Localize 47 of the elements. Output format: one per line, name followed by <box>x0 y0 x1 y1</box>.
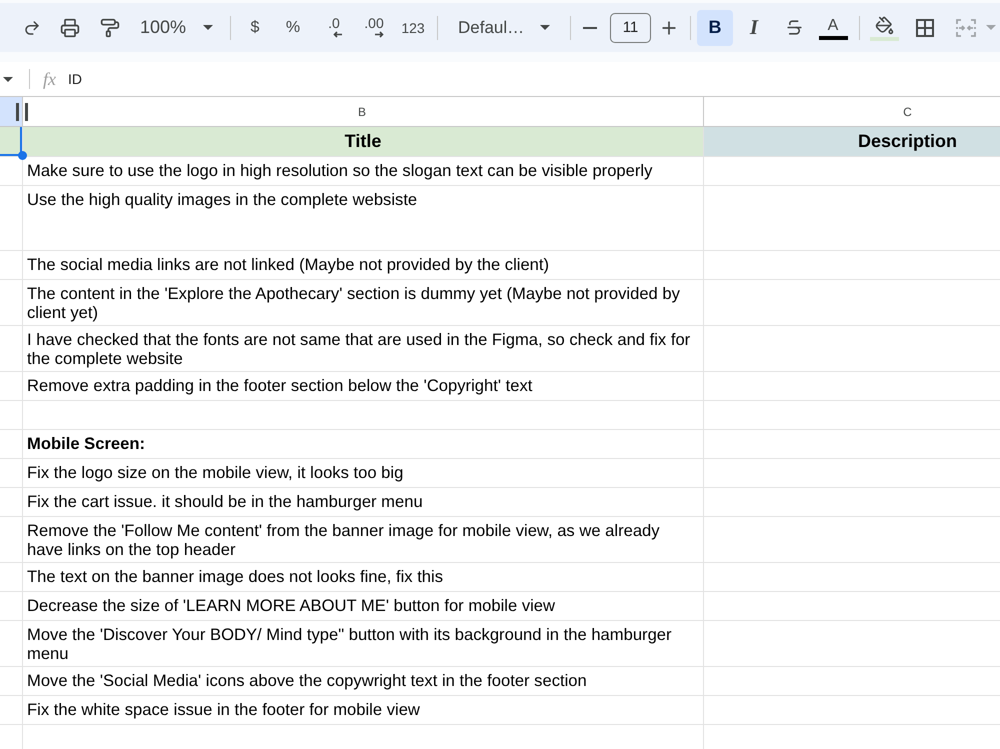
percent-button[interactable]: % <box>277 12 309 44</box>
table-cell: Remove extra padding in the footer section below the 'Copyright' text <box>23 372 704 400</box>
table-cell: The social media links are not linked (Maybe not provided by the client) <box>23 251 704 279</box>
header-cell[interactable]: Description <box>704 127 1000 156</box>
table-cell: Use the high quality images in the complete websiste <box>23 186 704 250</box>
font-dropdown[interactable]: Defaul… <box>448 12 560 44</box>
table-cell: Move the 'Discover Your BODY/ Mind type" button with its background in the hamburger menu <box>23 621 704 666</box>
table-cell: I have checked that the fonts are not same that are used in the Figma, so check and fix for the complete website <box>23 326 704 371</box>
font-size-field[interactable]: 11 <box>610 12 651 42</box>
merge-icon <box>956 18 976 36</box>
printer-icon <box>60 18 80 38</box>
table-cell: Fix the cart issue. it should be in the hamburger menu <box>23 488 704 516</box>
right-arrow-icon <box>374 31 384 38</box>
header-cell[interactable]: Title <box>23 127 704 156</box>
table-cell: Fix the white space issue in the footer for mobile view <box>23 696 704 724</box>
bold-button[interactable]: B <box>697 10 733 46</box>
italic-button[interactable]: I <box>738 12 770 44</box>
text-color-button[interactable]: A <box>817 12 849 44</box>
caret-icon <box>540 25 550 30</box>
table-cell: Move the 'Social Media' icons above the copywright text in the footer section <box>23 667 704 695</box>
table-cell: Fix the logo size on the mobile view, it looks too big <box>23 459 704 487</box>
column-handle-icon[interactable] <box>15 97 29 126</box>
function-label: fx <box>43 68 56 90</box>
formula-value[interactable]: ID <box>68 71 82 87</box>
currency-button[interactable]: $ <box>239 12 271 44</box>
strikethrough-icon <box>784 18 804 37</box>
header-cell[interactable] <box>0 127 23 156</box>
left-arrow-icon <box>332 31 342 38</box>
caret-icon[interactable] <box>3 76 13 82</box>
decrease-decimals-button[interactable]: .0 <box>317 12 349 44</box>
minus-icon <box>583 26 597 28</box>
table-cell: The content in the 'Explore the Apothecary' section is dummy yet (Maybe not provided by client yet) <box>23 280 704 325</box>
table-cell: Decrease the size of 'LEARN MORE ABOUT ME' button for mobile view <box>23 592 704 620</box>
paint-bucket-icon <box>874 16 894 35</box>
fill-handle[interactable] <box>18 151 27 160</box>
increase-decimals-button[interactable]: .00 <box>357 12 389 44</box>
grid-icon <box>916 18 934 36</box>
paint-roller-icon <box>100 18 120 38</box>
number-format-button[interactable]: 123 <box>397 12 429 44</box>
zoom-dropdown[interactable]: 100% <box>134 12 222 44</box>
caret-icon <box>986 25 996 30</box>
table-cell: The text on the banner image does not looks fine, fix this <box>23 563 704 591</box>
table-cell: Remove the 'Follow Me content' from the banner image for mobile view, as we already have links on the top header <box>23 517 704 562</box>
caret-icon <box>203 25 213 30</box>
table-cell: Mobile Screen: <box>23 430 704 458</box>
redo-icon <box>23 18 41 36</box>
table-cell: Make sure to use the logo in high resolution so the slogan text can be visible properly <box>23 157 704 185</box>
